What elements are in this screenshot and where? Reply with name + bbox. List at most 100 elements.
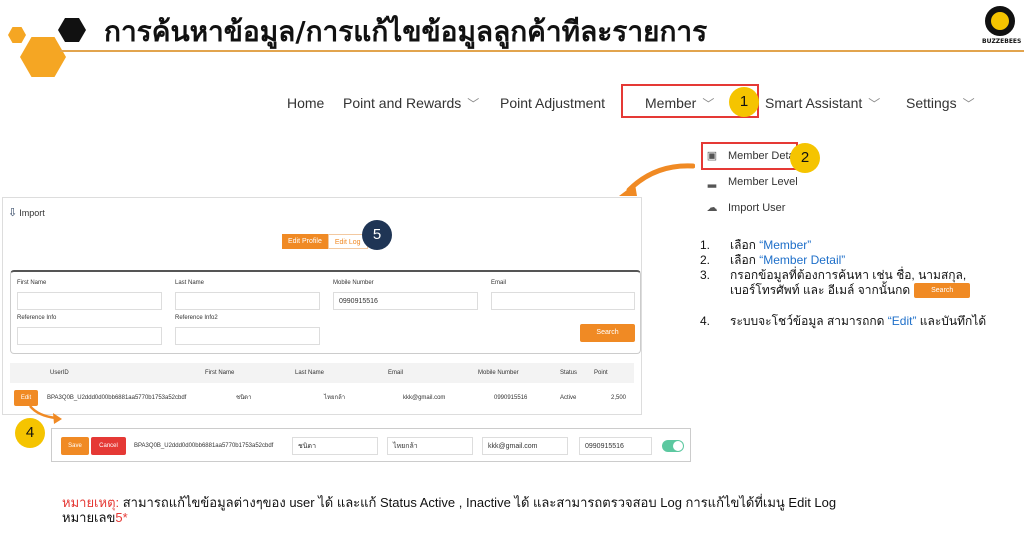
step-number: 1. (700, 238, 711, 252)
nav-smart-assistant[interactable]: Smart Assistant ﹀ (765, 93, 880, 113)
note-text: สามารถแก้ไขข้อมูลต่างๆของ user ได้ และแก… (119, 495, 837, 510)
mobile-label: Mobile Number (333, 280, 374, 286)
step-number: 2. (700, 253, 711, 267)
nav-point-and-rewards[interactable]: Point and Rewards ﹀ (343, 93, 479, 113)
edit-member-row: Save Cancel BPA3Q0B_U2ddd0d00bb6881aa577… (51, 428, 691, 462)
column-header: Email (388, 370, 404, 376)
step-highlight: “Member” (759, 238, 812, 252)
nav-settings-label: Settings (906, 95, 957, 111)
column-header: UserID (50, 370, 69, 376)
dropdown-import-user-label: Import User (728, 202, 786, 214)
header-divider (60, 50, 1024, 52)
import-icon: ⇩ (8, 207, 18, 219)
step-marker-2: 2 (790, 143, 820, 173)
first-name-input[interactable] (17, 292, 162, 310)
note-label: หมายเหตุ: (62, 495, 120, 510)
nav-point-adjustment[interactable]: Point Adjustment (500, 93, 605, 113)
import-label: Import (19, 207, 45, 218)
step-text: เลือก (730, 253, 760, 267)
member-detail-highlight-box (701, 142, 798, 170)
instruction-step-4: 4. ระบบจะโชว์ข้อมูล สามารถกด “Edit” และบั… (700, 314, 992, 329)
step-marker-5: 5 (362, 220, 392, 250)
mobile-input[interactable]: 0990915516 (333, 292, 478, 310)
step-number: 3. (700, 268, 711, 282)
chevron-down-icon: ﹀ (962, 96, 975, 111)
edit-email-input[interactable]: kkk@gmail.com (482, 437, 568, 455)
edit-last-name-input[interactable]: ไหยกล้า (387, 437, 473, 455)
cancel-button[interactable]: Cancel (91, 437, 126, 455)
email-label: Email (491, 280, 507, 286)
results-table-header: UserID First Name Last Name Email Mobile… (10, 363, 634, 383)
cell-first-name: ชนิดา (236, 395, 252, 401)
edit-mobile-input[interactable]: 0990915516 (579, 437, 652, 455)
chevron-down-icon: ﹀ (868, 96, 881, 111)
member-detail-panel: ⇩ Import Edit Profile Edit Log 5 First Na… (2, 197, 642, 415)
search-form: First Name Last Name Mobile Number 09909… (10, 270, 641, 354)
cell-last-name: ไหยกล้า (324, 395, 346, 401)
search-button-example: Search (914, 283, 971, 299)
column-header: Mobile Number (478, 370, 519, 376)
reference-info2-label: Reference Info2 (175, 315, 218, 321)
reference-info2-input[interactable] (175, 327, 320, 345)
column-header: Point (594, 370, 608, 376)
instruction-step-3: 3. กรอกข้อมูลที่ต้องการค้นหา เช่น ชื่อ, น… (700, 268, 992, 299)
arrow-icon (29, 405, 62, 424)
chevron-down-icon: ﹀ (467, 96, 480, 111)
column-header: Last Name (295, 370, 325, 376)
cell-status: Active (560, 395, 577, 401)
first-name-label: First Name (17, 280, 47, 286)
column-header: First Name (205, 370, 235, 376)
cell-email: kkk@gmail.com (403, 395, 446, 401)
footnote: หมายเหตุ: สามารถแก้ไขข้อมูลต่างๆของ user… (62, 495, 982, 525)
bar-chart-icon: ▂ (707, 176, 717, 188)
cell-mobile: 0990915516 (494, 395, 528, 401)
table-row: Edit BPA3Q0B_U2ddd0d00bb6881aa5770b1753a… (10, 388, 634, 408)
instruction-step-2: 2. เลือก “Member Detail” (700, 253, 992, 268)
last-name-input[interactable] (175, 292, 320, 310)
nav-home[interactable]: Home (287, 93, 324, 113)
nav-smart-assistant-label: Smart Assistant (765, 95, 863, 111)
nav-home-label: Home (287, 95, 325, 111)
brand-logo: BUZZEBEES (982, 6, 1022, 50)
step-text: และบันทึกได้ (916, 314, 987, 329)
decor-hexagon-small (8, 27, 26, 43)
decor-hexagon-black (58, 18, 86, 42)
decor-hexagon-orange (20, 37, 66, 77)
note-line2: หมายเลข (62, 510, 116, 525)
edit-first-name-input[interactable]: ชนิดา (292, 437, 378, 455)
note-reference: 5* (115, 510, 128, 525)
nav-point-adjustment-label: Point Adjustment (500, 95, 606, 111)
curved-arrow-icon (619, 163, 695, 196)
nav-point-and-rewards-label: Point and Rewards (343, 95, 462, 111)
cell-point: 2,500 (611, 395, 627, 401)
search-button[interactable]: Search (580, 324, 635, 342)
step-text: เลือก (730, 238, 760, 252)
dropdown-member-level[interactable]: ▂ Member Level (706, 176, 798, 188)
step-highlight: “Member Detail” (759, 253, 846, 267)
step-highlight: “Edit” (887, 314, 917, 329)
save-button[interactable]: Save (61, 437, 89, 455)
status-toggle[interactable] (662, 440, 684, 452)
cell-user-id: BPA3Q0B_U2ddd0d00bb6881aa5770b1753a52cbd… (47, 395, 187, 401)
email-input[interactable] (491, 292, 635, 310)
last-name-label: Last Name (175, 280, 205, 286)
dropdown-import-user[interactable]: ☁ Import User (706, 202, 786, 214)
profile-tabs: Edit Profile Edit Log (282, 234, 368, 249)
column-header: Status (560, 370, 578, 376)
step-text: ระบบจะโชว์ข้อมูล สามารถกด (730, 314, 888, 329)
reference-info-input[interactable] (17, 327, 162, 345)
edit-user-id: BPA3Q0B_U2ddd0d00bb6881aa5770b1753a52cbd… (134, 443, 274, 449)
dropdown-member-level-label: Member Level (728, 176, 798, 188)
instruction-step-1: 1. เลือก “Member” (700, 238, 992, 253)
logo-text: BUZZEBEES (982, 38, 1022, 45)
instruction-list: 1. เลือก “Member” 2. เลือก “Member Detail”… (700, 238, 992, 329)
cloud-upload-icon: ☁ (706, 202, 718, 214)
step-number: 4. (700, 314, 711, 329)
logo-icon (985, 6, 1015, 36)
reference-info-label: Reference Info (17, 315, 57, 321)
page-title: การค้นหาข้อมูล/การแก้ไขข้อมูลลูกค้าทีละร… (104, 15, 708, 48)
nav-settings[interactable]: Settings ﹀ (906, 93, 975, 113)
step-marker-1: 1 (729, 87, 759, 117)
tab-edit-profile[interactable]: Edit Profile (282, 234, 328, 249)
import-button[interactable]: ⇩ Import (8, 206, 45, 219)
